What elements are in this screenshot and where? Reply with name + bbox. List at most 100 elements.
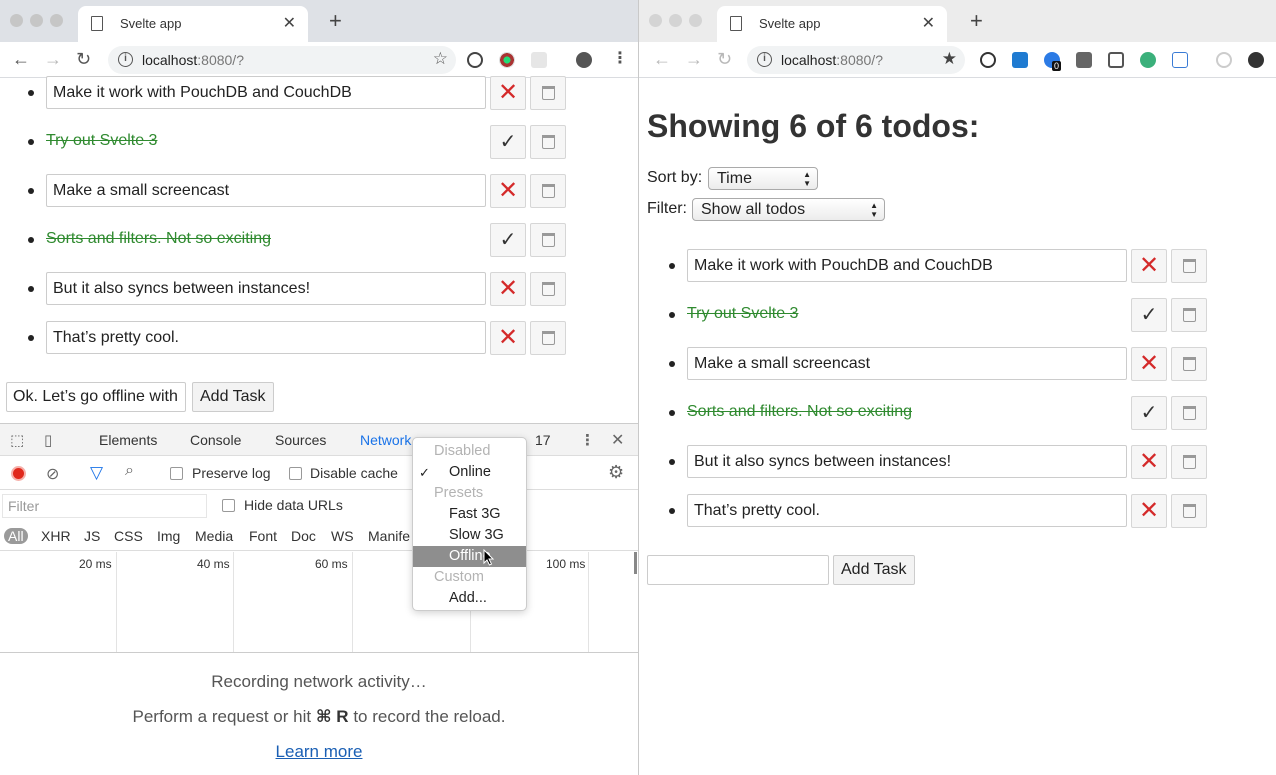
clear-icon[interactable]: ⊘ (46, 464, 59, 484)
update-icon[interactable] (1248, 52, 1264, 68)
todo-text-input[interactable]: But it also syncs between instances! (46, 272, 486, 305)
error-count[interactable]: 17 (535, 432, 551, 448)
mark-done-button[interactable]: ✕ (490, 174, 526, 208)
back-icon[interactable]: ← (653, 48, 671, 70)
devtools-menu-icon[interactable]: ⋮ (580, 431, 595, 449)
disable-cache-checkbox[interactable] (289, 467, 302, 480)
filter-select[interactable]: Show all todos ▲ ▼ (692, 198, 885, 221)
extension-icon[interactable] (1012, 52, 1028, 68)
new-tab-button[interactable]: + (329, 10, 342, 32)
filter-type-media[interactable]: Media (195, 528, 233, 544)
info-icon[interactable]: i (118, 52, 133, 67)
zoom-window-button[interactable] (689, 14, 702, 27)
mark-done-button[interactable]: ✕ (490, 272, 526, 306)
browser-tab[interactable]: Svelte app ✕ (717, 6, 947, 42)
record-icon[interactable] (11, 466, 26, 481)
mark-undone-button[interactable]: ✓ (1131, 298, 1167, 332)
add-task-button[interactable]: Add Task (192, 382, 274, 412)
delete-button[interactable] (1171, 249, 1207, 283)
close-window-button[interactable] (10, 14, 23, 27)
tab-sources[interactable]: Sources (275, 432, 326, 448)
menu-item-online[interactable]: ✓ Online (413, 462, 526, 483)
delete-button[interactable] (530, 125, 566, 159)
mark-undone-button[interactable]: ✓ (490, 125, 526, 159)
bookmark-star-icon[interactable]: ☆ (433, 49, 448, 69)
menu-item-slow-3g[interactable]: Slow 3G (413, 525, 526, 546)
filter-type-css[interactable]: CSS (114, 528, 143, 544)
filter-type-font[interactable]: Font (249, 528, 277, 544)
mark-done-button[interactable]: ✕ (1131, 347, 1167, 381)
filter-input[interactable]: Filter (2, 494, 207, 518)
add-task-button[interactable]: Add Task (833, 555, 915, 585)
zoom-window-button[interactable] (50, 14, 63, 27)
tab-console[interactable]: Console (190, 432, 241, 448)
extension-icon[interactable]: 0 (1044, 52, 1062, 71)
back-icon[interactable]: ← (12, 48, 30, 70)
extension-icon[interactable] (531, 52, 547, 68)
extension-icon[interactable] (1140, 52, 1156, 68)
filter-type-all[interactable]: All (4, 528, 28, 544)
delete-button[interactable] (530, 321, 566, 355)
mark-done-button[interactable]: ✕ (1131, 249, 1167, 283)
tab-network[interactable]: Network (360, 432, 411, 448)
menu-item-offline[interactable]: Offline (413, 546, 526, 567)
address-bar[interactable]: i localhost:8080/? ☆ (108, 46, 456, 74)
todo-text-input[interactable]: Make a small screencast (46, 174, 486, 207)
todo-text-input[interactable]: Make it work with PouchDB and CouchDB (46, 76, 486, 109)
filter-icon[interactable]: ▽ (90, 463, 103, 483)
close-window-button[interactable] (649, 14, 662, 27)
mark-done-button[interactable]: ✕ (490, 321, 526, 355)
learn-more-link[interactable]: Learn more (276, 742, 363, 761)
delete-button[interactable] (530, 272, 566, 306)
filter-type-doc[interactable]: Doc (291, 528, 316, 544)
extension-icon[interactable] (499, 52, 515, 68)
extension-icon[interactable] (1172, 52, 1188, 68)
mark-undone-button[interactable]: ✓ (1131, 396, 1167, 430)
address-bar[interactable]: i localhost:8080/? ★ (747, 46, 965, 74)
bookmark-star-icon[interactable]: ★ (942, 49, 957, 69)
mark-done-button[interactable]: ✕ (1131, 494, 1167, 528)
delete-button[interactable] (1171, 396, 1207, 430)
extension-icon[interactable] (980, 52, 996, 68)
new-tab-button[interactable]: + (970, 10, 983, 32)
close-tab-icon[interactable]: ✕ (283, 13, 296, 33)
gear-icon[interactable]: ⚙ (608, 462, 624, 483)
sort-select[interactable]: Time ▲ ▼ (708, 167, 818, 190)
delete-button[interactable] (530, 223, 566, 257)
forward-icon[interactable]: → (685, 48, 703, 70)
filter-type-xhr[interactable]: XHR (41, 528, 71, 544)
menu-kebab-icon[interactable]: ⋮ (612, 48, 628, 70)
new-task-input[interactable]: Ok. Let’s go offline with (6, 382, 186, 412)
tab-elements[interactable]: Elements (99, 432, 157, 448)
filter-type-img[interactable]: Img (157, 528, 180, 544)
delete-button[interactable] (530, 174, 566, 208)
delete-button[interactable] (1171, 298, 1207, 332)
mark-done-button[interactable]: ✕ (1131, 445, 1167, 479)
preserve-log-checkbox[interactable] (170, 467, 183, 480)
delete-button[interactable] (530, 76, 566, 110)
search-icon[interactable]: ⌕ (125, 462, 134, 480)
delete-button[interactable] (1171, 445, 1207, 479)
delete-button[interactable] (1171, 347, 1207, 381)
mark-undone-button[interactable]: ✓ (490, 223, 526, 257)
extension-icon[interactable] (467, 52, 483, 68)
filter-type-ws[interactable]: WS (331, 528, 354, 544)
todo-text-input[interactable]: But it also syncs between instances! (687, 445, 1127, 478)
profile-avatar-icon[interactable] (576, 52, 592, 68)
close-devtools-icon[interactable]: ✕ (611, 430, 624, 450)
extension-icon[interactable] (1108, 52, 1124, 68)
new-task-input[interactable] (647, 555, 829, 585)
device-toolbar-icon[interactable]: ▯ (44, 431, 52, 449)
todo-text-input[interactable]: That’s pretty cool. (687, 494, 1127, 527)
menu-item-add[interactable]: Add... (413, 588, 526, 609)
browser-tab[interactable]: Svelte app ✕ (78, 6, 308, 42)
forward-icon[interactable]: → (44, 48, 62, 70)
close-tab-icon[interactable]: ✕ (922, 13, 935, 33)
minimize-window-button[interactable] (669, 14, 682, 27)
delete-button[interactable] (1171, 494, 1207, 528)
filter-type-js[interactable]: JS (84, 528, 100, 544)
extension-icon[interactable] (1076, 52, 1092, 68)
reload-icon[interactable]: ↻ (717, 48, 732, 70)
inspect-element-icon[interactable]: ⬚ (10, 431, 24, 449)
reload-icon[interactable]: ↻ (76, 48, 91, 70)
